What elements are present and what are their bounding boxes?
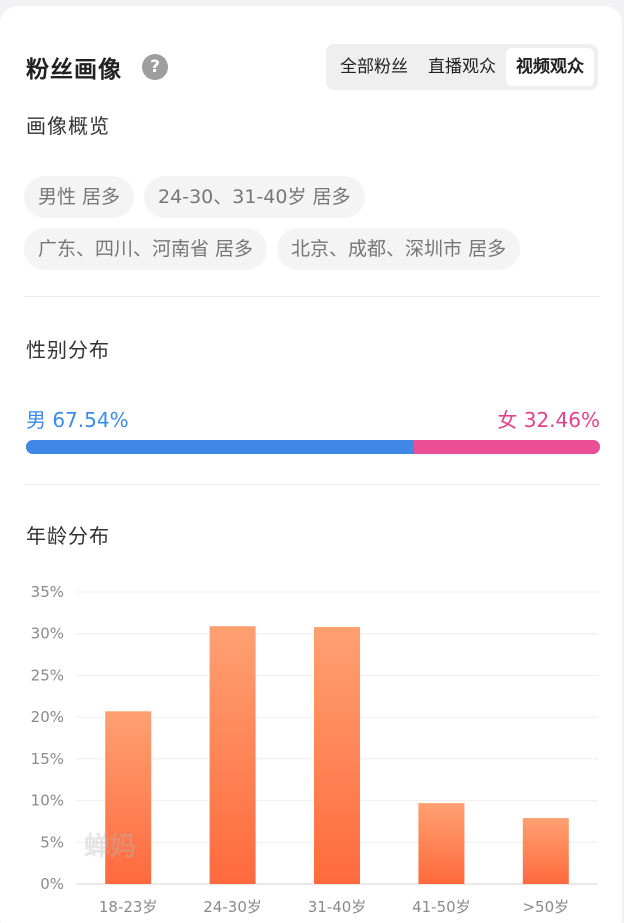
divider [24, 296, 600, 297]
card-header: 粉丝画像 ? 全部粉丝 直播观众 视频观众 [26, 44, 598, 90]
y-tick-label: 30% [31, 625, 64, 643]
overview-title: 画像概览 [26, 114, 110, 138]
y-tick-label: 35% [31, 583, 64, 601]
audience-tab-group: 全部粉丝 直播观众 视频观众 [326, 44, 598, 90]
y-tick-label: 25% [31, 666, 64, 684]
gender-bar-male [26, 440, 414, 454]
gender-title: 性别分布 [26, 338, 110, 362]
gender-bar [26, 440, 600, 454]
y-tick-label: 20% [31, 708, 64, 726]
tab-live-viewers[interactable]: 直播观众 [418, 48, 506, 86]
age-bar-1[interactable] [209, 626, 256, 884]
fan-profile-card: 粉丝画像 ? 全部粉丝 直播观众 视频观众 画像概览 男性 居多 24-30、3… [0, 6, 622, 923]
tag-row: 男性 居多 24-30、31-40岁 居多 [24, 176, 624, 218]
tab-video-viewers[interactable]: 视频观众 [506, 48, 594, 86]
age-title: 年龄分布 [26, 524, 110, 548]
card-title: 粉丝画像 [26, 57, 122, 83]
divider [24, 484, 600, 485]
watermark-text: 蝉妈 [84, 832, 137, 862]
tag-gender: 男性 居多 [24, 176, 135, 218]
y-tick-label: 5% [40, 833, 64, 851]
x-tick-label: 18-23岁 [99, 898, 158, 916]
male-percent-label: 男 67.54% [26, 408, 129, 432]
overview-tags: 男性 居多 24-30、31-40岁 居多 广东、四川、河南省 居多 北京、成都… [24, 176, 624, 280]
age-bar-2[interactable] [314, 627, 360, 884]
y-tick-label: 10% [31, 792, 64, 810]
help-icon[interactable]: ? [142, 54, 168, 80]
tab-all-fans[interactable]: 全部粉丝 [330, 48, 418, 86]
y-tick-label: 15% [31, 750, 64, 768]
female-percent-label: 女 32.46% [497, 408, 600, 432]
tag-city: 北京、成都、深圳市 居多 [277, 228, 521, 270]
tag-age: 24-30、31-40岁 居多 [144, 176, 365, 218]
x-tick-label: 41-50岁 [412, 898, 471, 916]
x-tick-label: 31-40岁 [308, 898, 367, 916]
age-distribution-chart: 0% 5% 10% 15% 20% 25% 30% 35% 18-23岁 24-30岁 31-40岁… [31, 583, 598, 916]
tag-row: 广东、四川、河南省 居多 北京、成都、深圳市 居多 [24, 228, 624, 270]
tag-province: 广东、四川、河南省 居多 [24, 228, 268, 270]
gender-bar-female [413, 440, 600, 454]
y-tick-label: 0% [40, 875, 64, 893]
gender-labels: 男 67.54% 女 32.46% [26, 404, 600, 432]
x-tick-label: >50岁 [522, 898, 569, 916]
age-bar-4[interactable] [522, 818, 569, 884]
x-tick-label: 24-30岁 [203, 898, 262, 916]
age-bar-3[interactable] [418, 803, 465, 884]
